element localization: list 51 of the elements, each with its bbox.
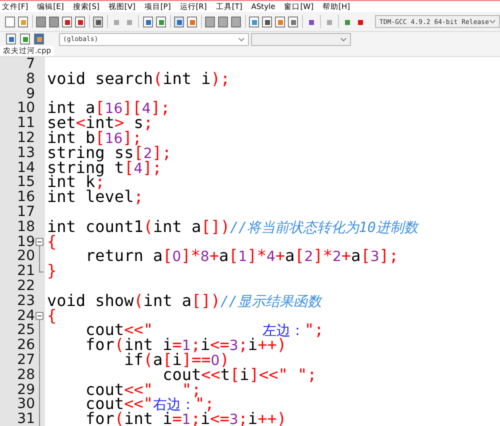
line-number: 17 [16, 204, 35, 220]
code-line: cout<<"右边："; [84, 397, 214, 412]
line-number: 18 [16, 220, 35, 235]
code-line: int k; [46, 175, 105, 190]
code-line: cout<<t[i]<<" "; [162, 368, 317, 383]
blank-page-icon[interactable] [4, 16, 16, 28]
line-number: 31 [16, 412, 35, 426]
line-number: 12 [16, 130, 35, 146]
code-line: string t[4]; [46, 160, 162, 176]
code-line: string ss[2]; [46, 146, 172, 161]
line-number: 22 [16, 278, 35, 294]
line-number: 30 [16, 397, 35, 412]
code-line: for(int i=1;i<=3;i++) [84, 338, 286, 353]
line-number: 15 [16, 175, 35, 190]
line-number: 23 [16, 294, 35, 309]
line-number: 13 [16, 146, 35, 161]
line-number: 11 [16, 116, 35, 131]
code-line: if(a[i]==0) [123, 352, 230, 368]
line-number: 19 [16, 234, 35, 250]
code-line: int a[16][4]; [46, 101, 170, 116]
chevron-down-icon [340, 36, 347, 42]
code-line: set<int> s; [46, 116, 153, 131]
code-line: int level; [46, 190, 144, 205]
code-line: for(int i=1;i<=3;i++) [84, 412, 286, 426]
line-number: 21 [16, 264, 35, 279]
code-line: int b[16]; [46, 130, 142, 146]
code-line: return a[0]*8+a[1]*4+a[2]*2+a[3]; [84, 249, 399, 264]
code-line: } [46, 264, 57, 279]
line-number: 10 [16, 101, 35, 116]
fold-end-line [39, 264, 44, 273]
line-number: 26 [16, 338, 35, 353]
code-line: cout<<" "; [84, 382, 202, 398]
code-line: void show(int a[])//显示结果函数 [46, 294, 322, 309]
code-line: void search(int i); [46, 72, 230, 87]
line-number: 9 [26, 86, 35, 102]
chevron-down-icon [238, 36, 245, 42]
line-number: 25 [16, 323, 35, 338]
line-number: 24 [16, 308, 35, 324]
chevron-down-icon [488, 18, 496, 25]
line-number: 16 [16, 190, 35, 205]
line-number: 27 [16, 352, 35, 368]
code-line: { [46, 234, 57, 250]
code-line: int count1(int a[])//将当前状态转化为10进制数 [46, 220, 418, 235]
code-line: { [46, 308, 57, 324]
line-number: 8 [25, 72, 35, 87]
line-number: 28 [16, 368, 35, 383]
line-number: 14 [16, 160, 35, 176]
line-number: 7 [25, 57, 35, 72]
line-number: 29 [16, 382, 35, 398]
line-number: 20 [16, 249, 35, 264]
code-line: cout<<" 左边："; [84, 323, 324, 338]
